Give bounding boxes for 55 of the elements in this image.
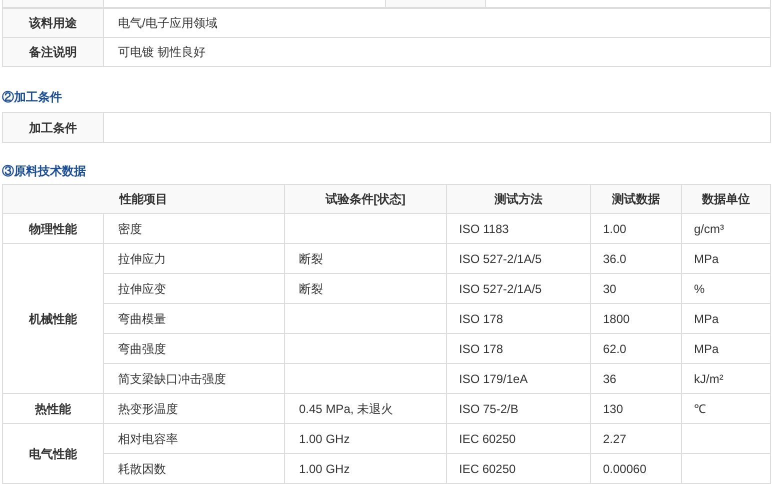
table-cell: 1800	[590, 304, 682, 334]
row-label: 该料用途	[2, 8, 104, 38]
table-cell: 密度	[104, 214, 284, 244]
table-cell: %	[682, 274, 770, 304]
table-cell: 1.00 GHz	[284, 454, 446, 484]
table-cell: ISO 75-2/B	[446, 394, 590, 424]
table-cell: 可电镀 韧性良好	[104, 38, 770, 66]
group-label: 机械性能	[2, 244, 104, 394]
table-cell: 热变形温度	[104, 394, 284, 424]
table-cell: 0.45 MPa, 未退火	[284, 394, 446, 424]
section-heading: ②加工条件	[2, 89, 62, 105]
column-header: 试验条件[状态]	[284, 184, 446, 214]
table-cell: 1.00 GHz	[284, 424, 446, 454]
table-cell: 拉伸应变	[104, 274, 284, 304]
table-cell: ISO 178	[446, 304, 590, 334]
table-cell: 130	[590, 394, 682, 424]
table-cell: IEC 60250	[446, 454, 590, 484]
row-label: 加工条件	[2, 112, 104, 142]
table-cell: ISO 178	[446, 334, 590, 364]
table-cell: 电气/电子应用领域	[104, 8, 770, 38]
table-cell: MPa	[682, 304, 770, 334]
table-cell: 36.0	[590, 244, 682, 274]
table-cell: ISO 527-2/1A/5	[446, 244, 590, 274]
table-cell: MPa	[682, 334, 770, 364]
table-cell: 耗散因数	[104, 454, 284, 484]
column-header: 测试方法	[446, 184, 590, 214]
table-cell: 36	[590, 364, 682, 394]
table-cell: 2.27	[590, 424, 682, 454]
table-cell: ISO 1183	[446, 214, 590, 244]
table-cell: 62.0	[590, 334, 682, 364]
section-heading: ③原料技术数据	[2, 163, 86, 179]
column-header: 性能项目	[2, 184, 284, 214]
table-cell: kJ/m²	[682, 364, 770, 394]
table-cell: IEC 60250	[446, 424, 590, 454]
column-header: 测试数据	[590, 184, 682, 214]
group-label: 热性能	[2, 394, 104, 424]
table-cell: 断裂	[284, 244, 446, 274]
table-cell: g/cm³	[682, 214, 770, 244]
group-label: 电气性能	[2, 424, 104, 484]
table-cell: ISO 179/1eA	[446, 364, 590, 394]
table-cell: 弯曲强度	[104, 334, 284, 364]
table-cell: 相对电容率	[104, 424, 284, 454]
table-cell: MPa	[682, 244, 770, 274]
table-cell: 弯曲模量	[104, 304, 284, 334]
table-cell: ISO 527-2/1A/5	[446, 274, 590, 304]
table-cell: 0.00060	[590, 454, 682, 484]
table-cell: 30	[590, 274, 682, 304]
table-cell: 拉伸应力	[104, 244, 284, 274]
table-cell: 断裂	[284, 274, 446, 304]
table-cell: ℃	[682, 394, 770, 424]
column-header: 数据单位	[682, 184, 770, 214]
table-cell: 1.00	[590, 214, 682, 244]
table-cell: 简支梁缺口冲击强度	[104, 364, 284, 394]
group-label: 物理性能	[2, 214, 104, 244]
row-label: 备注说明	[2, 38, 104, 66]
